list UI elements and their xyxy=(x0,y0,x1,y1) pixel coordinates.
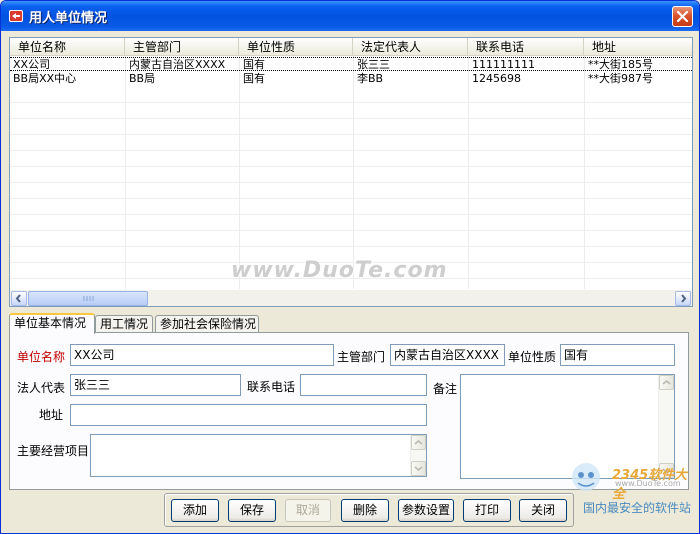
cell-phone: 1245698 xyxy=(472,72,521,85)
watermark-text: www.DuoTe.com xyxy=(231,258,448,283)
address-label: 地址 xyxy=(39,408,64,422)
unit-name-label: 单位名称 xyxy=(17,350,66,364)
grid-row-line xyxy=(10,246,692,247)
table-row[interactable]: BB局XX中心 BB局 国有 李BB 1245698 **大街987号 xyxy=(10,72,692,86)
grid-header: 单位名称 主管部门 单位性质 法定代表人 联系电话 地址 xyxy=(10,38,692,56)
grid-row-line xyxy=(10,214,692,215)
print-button[interactable]: 打印 xyxy=(463,499,511,522)
department-label: 主管部门 xyxy=(337,350,386,364)
cell-representative: 李BB xyxy=(357,72,384,85)
cell-unit-name: BB局XX中心 xyxy=(13,72,77,85)
unit-nature-field[interactable]: 国有 xyxy=(560,344,675,366)
grid-row-line xyxy=(10,118,692,119)
column-header-unit-name[interactable]: 单位名称 xyxy=(10,38,125,56)
business-scope-label: 主要经营项目 xyxy=(17,444,90,458)
grid-row-line xyxy=(10,198,692,199)
grid-column-line xyxy=(584,56,585,290)
grid-row-line xyxy=(10,230,692,231)
add-button[interactable]: 添加 xyxy=(171,499,219,522)
delete-button[interactable]: 删除 xyxy=(341,499,389,522)
legal-rep-field[interactable]: 张三三 xyxy=(70,374,241,396)
scroll-up-button[interactable] xyxy=(411,435,426,450)
department-field[interactable]: 内蒙古自治区XXXX xyxy=(390,344,505,366)
cell-unit-name: XX公司 xyxy=(13,58,51,71)
business-scope-textarea[interactable] xyxy=(90,434,427,477)
app-icon xyxy=(9,10,23,22)
table-row[interactable]: XX公司 内蒙古自治区XXXX 国有 张三三 111111111 **大街185… xyxy=(10,57,692,71)
grid-row-line xyxy=(10,182,692,183)
chevron-right-icon xyxy=(681,294,687,303)
close-button[interactable]: 关闭 xyxy=(519,499,567,522)
title-bar[interactable]: 用人单位情况 xyxy=(1,1,699,31)
grid-column-line xyxy=(125,56,126,290)
remark-label: 备注 xyxy=(433,382,458,396)
column-header-department[interactable]: 主管部门 xyxy=(125,38,239,56)
scroll-down-button[interactable] xyxy=(411,461,426,476)
grid-column-line xyxy=(468,56,469,290)
grid-row-line xyxy=(10,102,692,103)
grid-row-line xyxy=(10,150,692,151)
grid-row-line xyxy=(10,134,692,135)
unit-name-field[interactable]: XX公司 xyxy=(70,344,334,366)
cancel-button[interactable]: 取消 xyxy=(285,499,331,522)
chevron-down-icon xyxy=(414,466,423,471)
settings-button[interactable]: 参数设置 xyxy=(398,499,454,522)
column-header-phone[interactable]: 联系电话 xyxy=(468,38,584,56)
grip-icon xyxy=(83,296,94,301)
column-header-representative[interactable]: 法定代表人 xyxy=(353,38,468,56)
grid-row-line xyxy=(10,166,692,167)
column-header-nature[interactable]: 单位性质 xyxy=(239,38,353,56)
unit-nature-label: 单位性质 xyxy=(508,350,557,364)
phone-field[interactable] xyxy=(300,374,427,396)
corner-slogan: 国内最安全的软件站 xyxy=(583,501,692,515)
cell-phone: 111111111 xyxy=(472,58,535,71)
cell-representative: 张三三 xyxy=(357,58,390,71)
chevron-left-icon xyxy=(15,294,21,303)
legal-rep-label: 法人代表 xyxy=(17,381,66,395)
cell-department: 内蒙古自治区XXXX xyxy=(129,58,226,71)
main-window: 用人单位情况 单位名称 主管部门 单位性质 法定代表人 联系电话 地址 XX公司… xyxy=(0,0,700,534)
scroll-right-button[interactable] xyxy=(675,291,691,306)
tab-social-insurance[interactable]: 参加社会保险情况 xyxy=(155,315,259,333)
scroll-up-button[interactable] xyxy=(659,375,674,390)
scroll-left-button[interactable] xyxy=(11,291,27,306)
business-scrollbar[interactable] xyxy=(410,435,426,476)
address-field[interactable] xyxy=(70,404,427,426)
cell-address: **大街987号 xyxy=(588,72,653,85)
window-title: 用人单位情况 xyxy=(29,11,108,26)
grid-column-line xyxy=(353,56,354,290)
chevron-up-icon xyxy=(662,380,671,385)
cell-nature: 国有 xyxy=(243,58,265,71)
phone-label: 联系电话 xyxy=(247,380,296,394)
cell-department: BB局 xyxy=(129,72,156,85)
corner-url: www.DuoTe.com xyxy=(615,479,681,488)
save-button[interactable]: 保存 xyxy=(228,499,276,522)
tab-basic-info[interactable]: 单位基本情况 xyxy=(9,313,95,334)
cell-address: **大街185号 xyxy=(588,58,653,71)
grid-column-line xyxy=(239,56,240,290)
scrollbar-thumb[interactable] xyxy=(28,291,148,306)
column-header-address[interactable]: 地址 xyxy=(584,38,692,56)
tab-employment[interactable]: 用工情况 xyxy=(95,315,153,333)
close-window-button[interactable] xyxy=(672,6,693,27)
horizontal-scrollbar[interactable] xyxy=(10,289,692,306)
cell-nature: 国有 xyxy=(243,72,265,85)
close-icon xyxy=(677,11,688,22)
chevron-up-icon xyxy=(414,440,423,445)
